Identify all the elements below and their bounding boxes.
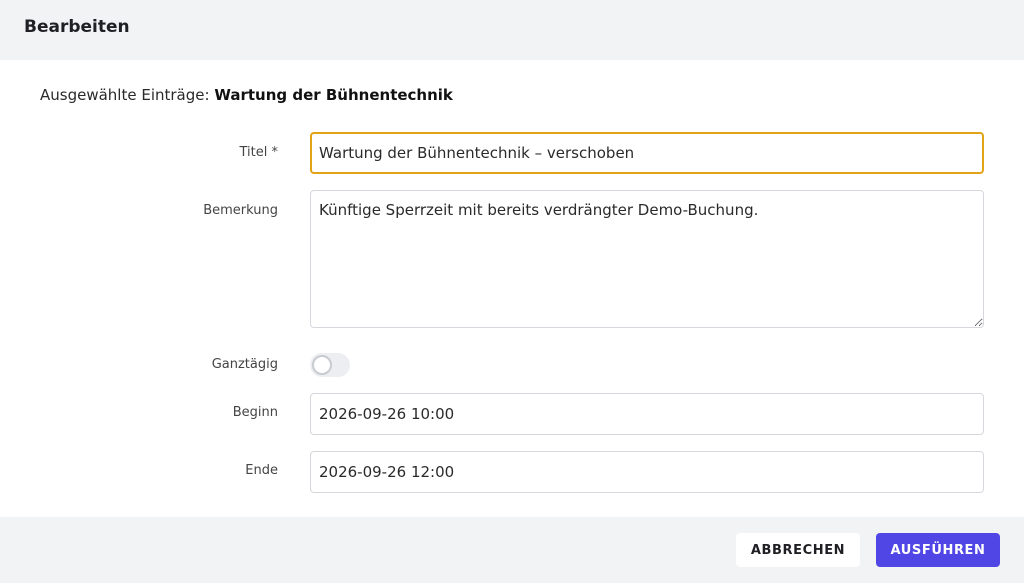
- selected-entries-value: Wartung der Bühnentechnik: [214, 86, 453, 104]
- end-label: Ende: [245, 463, 278, 478]
- end-datetime-input[interactable]: [310, 451, 984, 493]
- title-label: Titel *: [239, 145, 279, 160]
- dialog-title: Bearbeiten: [24, 17, 130, 37]
- allday-label: Ganztägig: [211, 357, 278, 372]
- selected-entries: Ausgewählte Einträge: Wartung der Bühnen…: [40, 86, 453, 104]
- allday-toggle-knob: [312, 355, 332, 375]
- allday-toggle[interactable]: [310, 353, 350, 377]
- cancel-button[interactable]: ABBRECHEN: [736, 533, 860, 567]
- start-label: Beginn: [232, 405, 278, 420]
- dialog-footer: ABBRECHEN AUSFÜHREN: [0, 517, 1024, 583]
- execute-button[interactable]: AUSFÜHREN: [876, 533, 1000, 567]
- dialog-header: Bearbeiten: [0, 0, 1024, 60]
- remark-label: Bemerkung: [203, 203, 278, 218]
- title-input[interactable]: [310, 132, 984, 174]
- selected-entries-label: Ausgewählte Einträge:: [40, 86, 210, 104]
- start-datetime-input[interactable]: [310, 393, 984, 435]
- remark-textarea[interactable]: Künftige Sperrzeit mit bereits verdrängt…: [310, 190, 984, 328]
